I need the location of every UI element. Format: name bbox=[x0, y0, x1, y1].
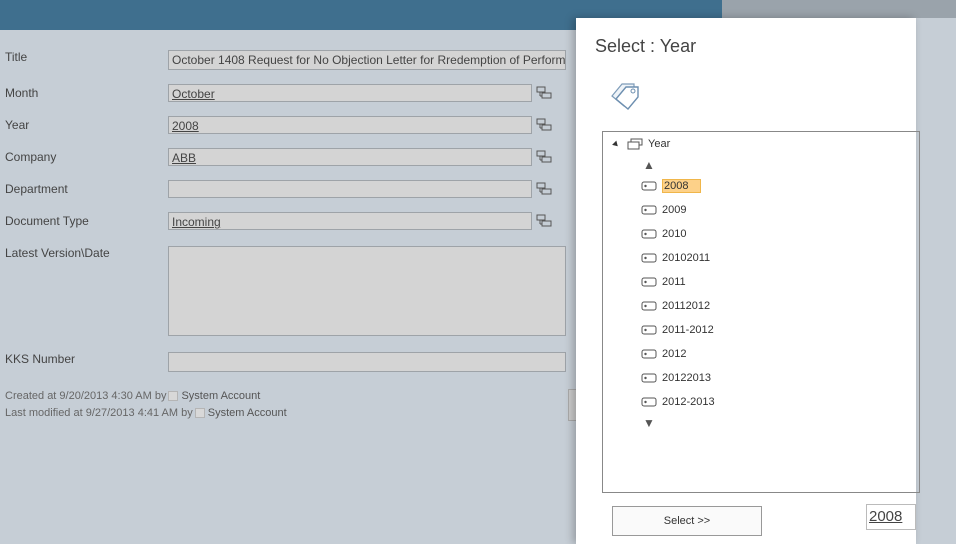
term-node[interactable]: 20122013 bbox=[641, 371, 711, 385]
term-label: 2011-2012 bbox=[662, 324, 714, 336]
user-presence-icon bbox=[194, 408, 205, 419]
selected-value-input[interactable]: 2008 bbox=[866, 504, 916, 530]
term-node[interactable]: 20102011 bbox=[641, 251, 710, 265]
term-node[interactable]: 2010 bbox=[641, 227, 686, 241]
term-node[interactable]: 2009 bbox=[641, 203, 686, 217]
label-document-type: Document Type bbox=[5, 214, 89, 228]
term-icon bbox=[641, 325, 657, 335]
kks-number-input[interactable] bbox=[168, 352, 566, 372]
term-label: 20122013 bbox=[662, 372, 711, 384]
label-kks-number: KKS Number bbox=[5, 352, 76, 366]
dialog-title: Select : Year bbox=[595, 36, 697, 56]
term-node[interactable]: 2012-2013 bbox=[641, 395, 715, 409]
browse-terms-icon[interactable] bbox=[536, 118, 552, 132]
year-field[interactable]: 2008 bbox=[168, 116, 532, 134]
browse-terms-icon[interactable] bbox=[536, 150, 552, 164]
tree-root[interactable]: Year bbox=[612, 138, 671, 150]
tags-icon bbox=[611, 83, 639, 110]
term-icon bbox=[641, 181, 657, 191]
term-node[interactable]: 20112012 bbox=[641, 299, 710, 313]
term-label: 20112012 bbox=[662, 300, 711, 312]
modified-by[interactable]: System Account bbox=[208, 407, 287, 419]
browse-terms-icon[interactable] bbox=[536, 214, 552, 228]
label-department: Department bbox=[5, 182, 68, 196]
term-label: 2012 bbox=[662, 348, 687, 360]
select-year-dialog: Select : Year Year ▲ 2008 2009 2010 2010… bbox=[576, 18, 920, 544]
select-button[interactable]: Select >> bbox=[612, 506, 762, 536]
modified-text: Last modified at 9/27/2013 4:41 AM by bbox=[5, 407, 193, 419]
term-label: 20102011 bbox=[662, 252, 711, 264]
title-input[interactable]: October 1408 Request for No Objection Le… bbox=[168, 50, 566, 70]
label-month: Month bbox=[5, 86, 39, 100]
term-tree[interactable]: Year ▲ 2008 2009 2010 20102011 2011 2011… bbox=[602, 131, 920, 493]
term-icon bbox=[641, 301, 657, 311]
term-icon bbox=[641, 253, 657, 263]
term-icon bbox=[641, 229, 657, 239]
term-node[interactable]: 2008 bbox=[641, 179, 702, 193]
modified-info: Last modified at 9/27/2013 4:41 AM by Sys… bbox=[5, 407, 287, 419]
term-icon bbox=[641, 205, 657, 215]
term-icon bbox=[641, 373, 657, 383]
label-title: Title bbox=[5, 50, 28, 64]
user-presence-icon bbox=[168, 391, 179, 402]
browse-terms-icon[interactable] bbox=[536, 86, 552, 100]
scroll-up-icon[interactable]: ▲ bbox=[643, 158, 655, 172]
document-type-field[interactable]: Incoming bbox=[168, 212, 532, 230]
term-icon bbox=[641, 349, 657, 359]
scroll-down-icon[interactable]: ▼ bbox=[643, 416, 655, 430]
tree-root-label: Year bbox=[648, 138, 671, 150]
term-node[interactable]: 2011-2012 bbox=[641, 323, 714, 337]
created-text: Created at 9/20/2013 4:30 AM by bbox=[5, 390, 167, 402]
label-company: Company bbox=[5, 150, 57, 164]
collapse-icon[interactable] bbox=[612, 140, 620, 148]
term-icon bbox=[641, 277, 657, 287]
label-year: Year bbox=[5, 118, 30, 132]
latest-version-textarea[interactable] bbox=[168, 246, 566, 336]
term-label: 2011 bbox=[662, 276, 686, 288]
created-by[interactable]: System Account bbox=[181, 390, 260, 402]
term-label: 2009 bbox=[662, 204, 687, 216]
company-field[interactable]: ABB bbox=[168, 148, 532, 166]
created-info: Created at 9/20/2013 4:30 AM by System Ac… bbox=[5, 390, 260, 402]
month-field[interactable]: October bbox=[168, 84, 532, 102]
label-latest-version: Latest Version\Date bbox=[5, 246, 110, 260]
term-label-selected: 2008 bbox=[662, 179, 702, 193]
term-set-icon bbox=[627, 138, 643, 150]
term-label: 2012-2013 bbox=[662, 396, 715, 408]
department-field[interactable] bbox=[168, 180, 532, 198]
browse-terms-icon[interactable] bbox=[536, 182, 552, 196]
term-node[interactable]: 2011 bbox=[641, 275, 686, 289]
top-right-bar bbox=[722, 0, 956, 18]
term-node[interactable]: 2012 bbox=[641, 347, 686, 361]
term-label: 2010 bbox=[662, 228, 687, 240]
term-icon bbox=[641, 397, 657, 407]
